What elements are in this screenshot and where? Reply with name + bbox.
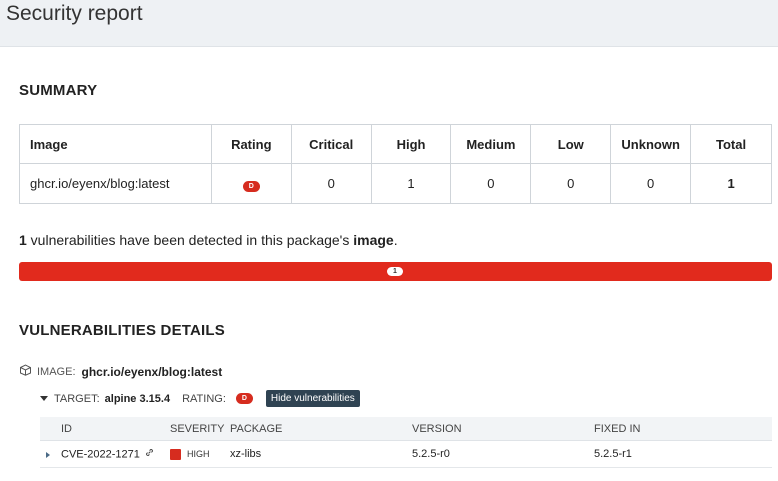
vulnerabilities-table: ID SEVERITY PACKAGE VERSION FIXED IN CVE… bbox=[40, 417, 772, 468]
vuln-fixed-in: 5.2.5-r1 bbox=[594, 448, 632, 460]
detection-period: . bbox=[393, 232, 398, 248]
detection-count: 1 bbox=[19, 232, 27, 248]
col-fixed-in: FIXED IN bbox=[594, 423, 641, 435]
col-version: VERSION bbox=[412, 423, 462, 435]
detection-target: image bbox=[353, 232, 394, 248]
col-total: Total bbox=[690, 124, 772, 164]
target-line[interactable]: TARGET: alpine 3.15.4 RATING: D Hide vul… bbox=[40, 390, 360, 407]
summary-low: 0 bbox=[530, 163, 612, 204]
vuln-version: 5.2.5-r0 bbox=[412, 448, 450, 460]
col-rating: Rating bbox=[210, 124, 292, 164]
table-row[interactable]: CVE-2022-1271 HIGH xz-libs 5.2.5-r0 5.2.… bbox=[40, 441, 772, 468]
vuln-severity: HIGH bbox=[187, 449, 210, 459]
summary-title: SUMMARY bbox=[19, 82, 98, 99]
page-header: Security report bbox=[0, 0, 778, 47]
rating-badge: D bbox=[242, 180, 260, 192]
target-rating-badge: D bbox=[235, 393, 253, 404]
image-label: IMAGE: bbox=[37, 365, 76, 378]
vulnerability-bar[interactable]: 1 bbox=[19, 262, 772, 281]
hide-vulnerabilities-button[interactable]: Hide vulnerabilities bbox=[265, 390, 360, 407]
summary-critical: 0 bbox=[290, 163, 372, 204]
vuln-severity-cell: HIGH bbox=[170, 441, 210, 468]
image-line: IMAGE: ghcr.io/eyenx/blog:latest bbox=[19, 364, 222, 379]
summary-row: ghcr.io/eyenx/blog:latest D 0 1 0 0 0 1 bbox=[19, 163, 772, 204]
caret-down-icon[interactable] bbox=[40, 396, 48, 401]
col-critical: Critical bbox=[290, 124, 372, 164]
target-value: alpine 3.15.4 bbox=[104, 392, 171, 405]
target-label: TARGET: bbox=[54, 392, 100, 405]
link-icon[interactable] bbox=[145, 441, 154, 468]
col-severity: SEVERITY bbox=[170, 423, 225, 435]
caret-right-icon[interactable] bbox=[46, 452, 50, 458]
vuln-id-cell: CVE-2022-1271 bbox=[61, 441, 154, 468]
col-package: PACKAGE bbox=[230, 423, 283, 435]
col-low: Low bbox=[530, 124, 612, 164]
col-id: ID bbox=[61, 423, 72, 435]
rating-label: RATING: bbox=[182, 392, 226, 405]
vulnerabilities-header: ID SEVERITY PACKAGE VERSION FIXED IN bbox=[40, 417, 772, 441]
page-title: Security report bbox=[6, 2, 143, 25]
summary-total: 1 bbox=[690, 163, 772, 204]
summary-high: 1 bbox=[370, 163, 452, 204]
summary-image: ghcr.io/eyenx/blog:latest bbox=[19, 163, 212, 204]
detection-message: 1 vulnerabilities have been detected in … bbox=[19, 232, 398, 248]
severity-color-box bbox=[170, 449, 181, 460]
details-title: VULNERABILITIES DETAILS bbox=[19, 322, 225, 339]
vuln-package: xz-libs bbox=[230, 448, 262, 460]
col-high: High bbox=[370, 124, 452, 164]
package-icon bbox=[19, 364, 32, 379]
col-unknown: Unknown bbox=[610, 124, 692, 164]
col-medium: Medium bbox=[450, 124, 532, 164]
summary-rating-cell: D bbox=[210, 163, 292, 204]
summary-table: Image Rating Critical High Medium Low Un… bbox=[19, 124, 772, 204]
image-value: ghcr.io/eyenx/blog:latest bbox=[81, 364, 223, 379]
summary-medium: 0 bbox=[450, 163, 532, 204]
summary-unknown: 0 bbox=[610, 163, 692, 204]
detection-text: vulnerabilities have been detected in th… bbox=[26, 232, 354, 248]
vulnerability-bar-count: 1 bbox=[387, 267, 403, 276]
col-image: Image bbox=[19, 124, 212, 164]
vuln-id: CVE-2022-1271 bbox=[61, 448, 140, 461]
